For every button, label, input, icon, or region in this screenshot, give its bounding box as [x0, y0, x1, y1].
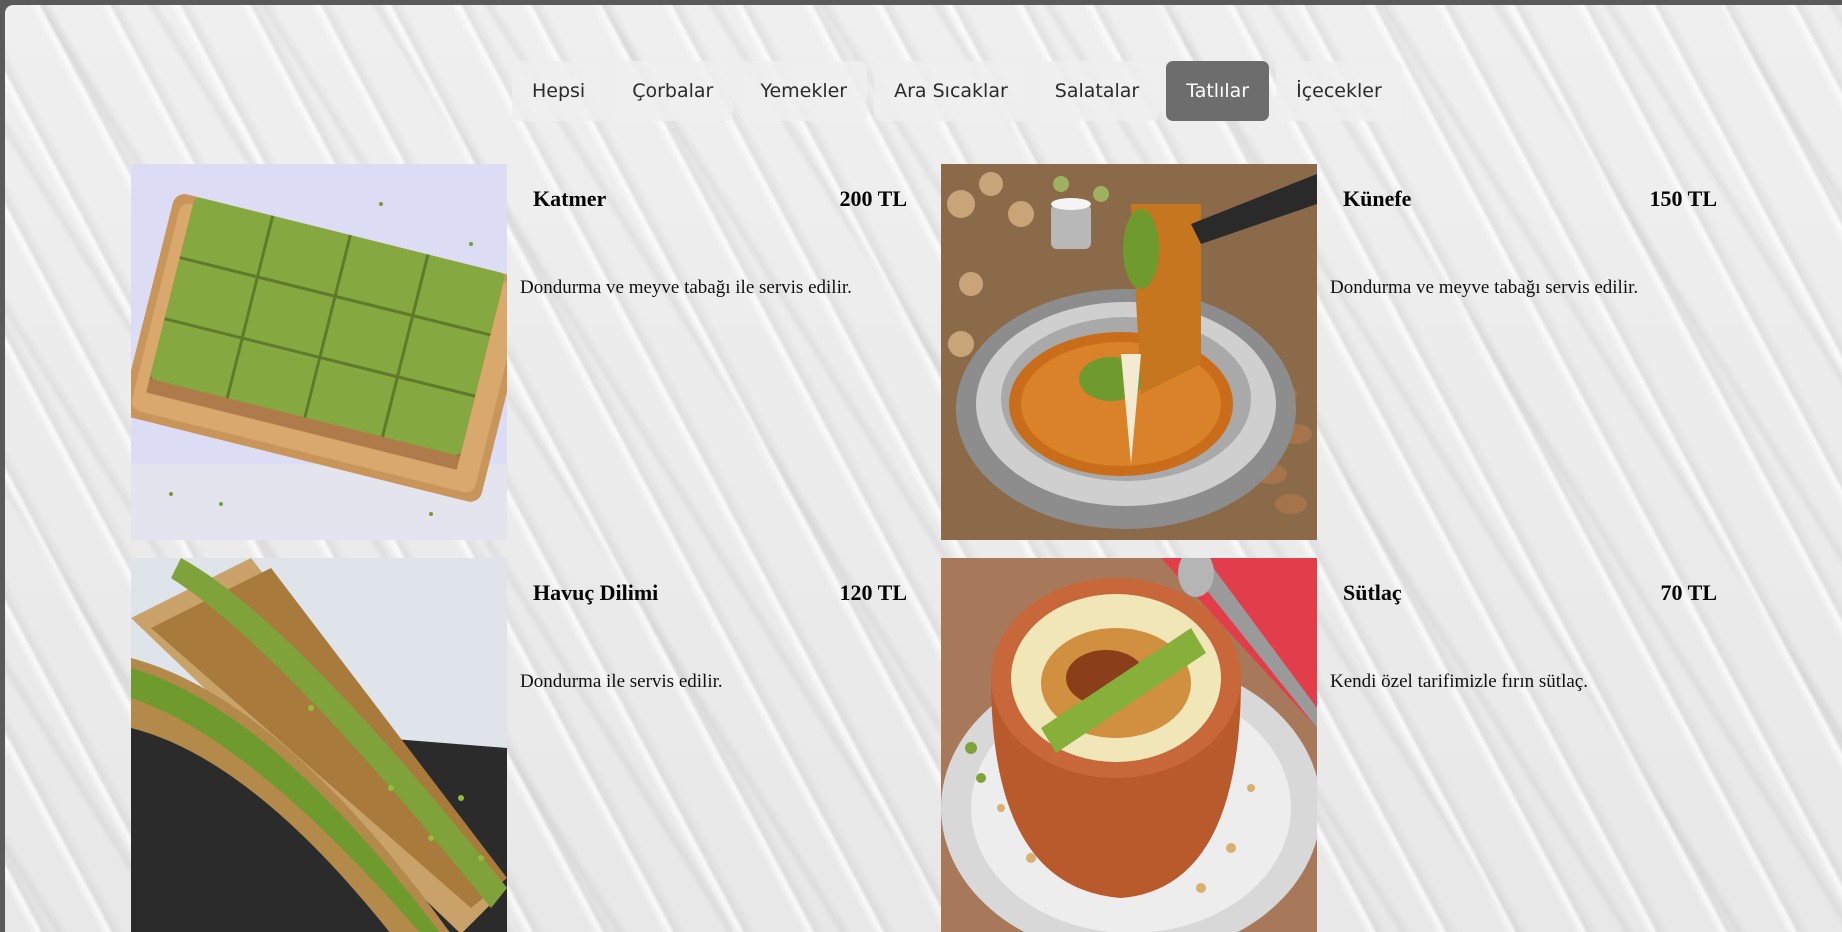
tab-corbalar[interactable]: Çorbalar: [612, 61, 734, 121]
menu-item-katmer: Katmer 200 TL Dondurma ve meyve tabağı i…: [131, 164, 931, 540]
tab-salatalar[interactable]: Salatalar: [1034, 61, 1160, 121]
tab-hepsi[interactable]: Hepsi: [512, 61, 606, 121]
tab-icecekler[interactable]: İçecekler: [1276, 61, 1402, 121]
item-price: 150 TL: [1649, 186, 1717, 211]
item-description: Dondurma ile servis edilir.: [520, 671, 723, 692]
item-description: Kendi özel tarifimizle fırın sütlaç.: [1330, 671, 1588, 692]
item-price: 70 TL: [1660, 580, 1717, 605]
tab-yemekler[interactable]: Yemekler: [740, 61, 868, 121]
menu-item-sutlac: Sütlaç 70 TL Kendi özel tarifimizle fırı…: [941, 558, 1741, 932]
item-price: 120 TL: [839, 580, 907, 605]
tab-tatlilar[interactable]: Tatlılar: [1166, 61, 1270, 121]
katmer-photo: [131, 164, 507, 540]
item-title: Katmer: [533, 186, 607, 211]
tab-ara-sicaklar[interactable]: Ara Sıcaklar: [874, 61, 1028, 121]
item-title: Sütlaç: [1343, 580, 1402, 605]
kunefe-photo: [941, 164, 1317, 540]
category-tabs: Hepsi Çorbalar Yemekler Ara Sıcaklar Sal…: [512, 61, 1402, 121]
item-title: Havuç Dilimi: [533, 580, 659, 605]
page-viewport: Hepsi Çorbalar Yemekler Ara Sıcaklar Sal…: [5, 5, 1842, 932]
item-title: Künefe: [1343, 186, 1412, 211]
havuc-dilimi-photo: [131, 558, 507, 932]
item-description: Dondurma ve meyve tabağı ile servis edil…: [520, 277, 852, 298]
item-price: 200 TL: [839, 186, 907, 211]
menu-item-havuc-dilimi: Havuç Dilimi 120 TL Dondurma ile servis …: [131, 558, 931, 932]
item-description: Dondurma ve meyve tabağı servis edilir.: [1330, 277, 1639, 298]
menu-item-kunefe: Künefe 150 TL Dondurma ve meyve tabağı s…: [941, 164, 1741, 540]
sutlac-photo: [941, 558, 1317, 932]
